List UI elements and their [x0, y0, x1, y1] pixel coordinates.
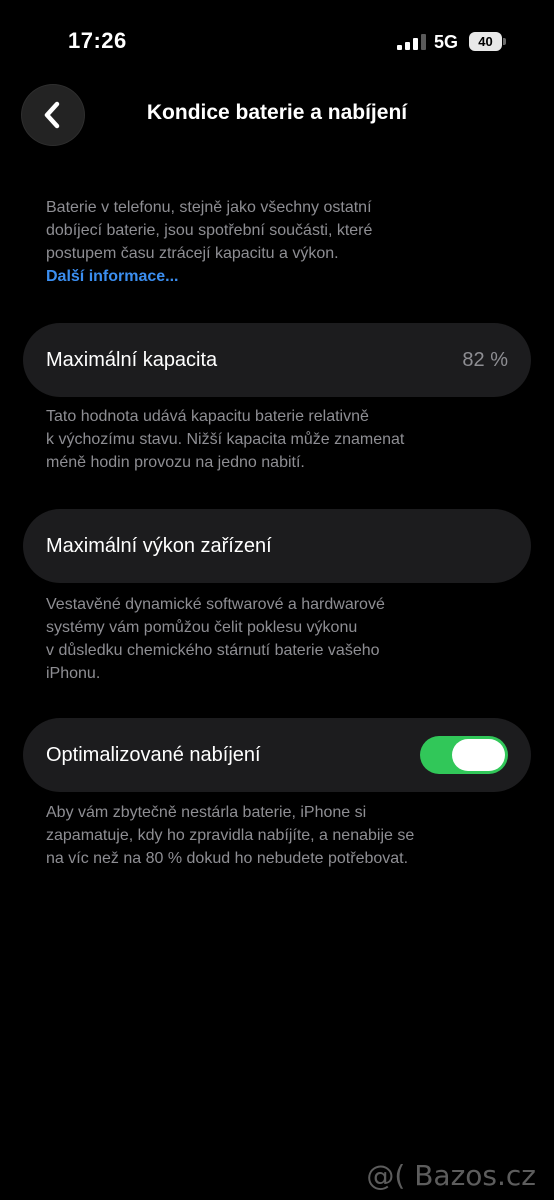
footnote-line: zapamatuje, kdy ho zpravidla nabíjíte, a… — [46, 827, 415, 844]
optimized-charging-row: Optimalizované nabíjení — [23, 718, 531, 792]
footnote-line: iPhonu. — [46, 665, 101, 682]
watermark: @( Bazos.cz — [366, 1159, 536, 1192]
max-capacity-footnote: Tato hodnota udává kapacitu baterie rela… — [46, 405, 526, 474]
footnote-line: na víc než na 80 % dokud ho nebudete pot… — [46, 850, 409, 867]
intro-line: dobíjecí baterie, jsou spotřební součást… — [46, 222, 373, 239]
battery-health-screen: 17:26 5G 40 Kondice baterie a nabíjení B… — [0, 0, 554, 1200]
max-performance-row[interactable]: Maximální výkon zařízení — [23, 509, 531, 583]
intro-line: Baterie v telefonu, stejně jako všechny … — [46, 199, 372, 216]
max-capacity-row[interactable]: Maximální kapacita 82 % — [23, 323, 531, 397]
max-performance-label: Maximální výkon zařízení — [46, 535, 272, 557]
more-info-link[interactable]: Další informace... — [46, 265, 516, 288]
footnote-line: méně hodin provozu na jedno nabití. — [46, 454, 305, 471]
battery-icon: 40 — [469, 32, 506, 51]
footnote-line: Aby vám zbytečně nestárla baterie, iPhon… — [46, 804, 367, 821]
footnote-line: systémy vám pomůžou čelit poklesu výkonu — [46, 619, 358, 636]
battery-level: 40 — [469, 32, 502, 51]
toggle-knob — [452, 739, 505, 771]
page-title-text: Kondice baterie a nabíjení — [146, 101, 408, 124]
status-bar: 17:26 5G 40 — [0, 0, 554, 80]
intro-line: postupem času ztrácejí kapacitu a výkon. — [46, 245, 339, 262]
footnote-line: Tato hodnota udává kapacitu baterie rela… — [46, 408, 369, 425]
footnote-line: Vestavěné dynamické softwarové a hardwar… — [46, 596, 385, 613]
max-performance-footnote: Vestavěné dynamické softwarové a hardwar… — [46, 593, 526, 685]
optimized-charging-label: Optimalizované nabíjení — [46, 744, 261, 766]
page-title: Kondice baterie a nabíjení — [0, 101, 554, 125]
optimized-charging-toggle[interactable] — [420, 736, 508, 774]
footnote-line: v důsledku chemického stárnutí baterie v… — [46, 642, 380, 659]
network-type: 5G — [434, 32, 459, 52]
status-time: 17:26 — [68, 28, 127, 53]
battery-cap — [503, 38, 506, 45]
cellular-signal-icon — [397, 34, 426, 50]
intro-text: Baterie v telefonu, stejně jako všechny … — [46, 196, 516, 288]
max-capacity-label: Maximální kapacita — [46, 349, 218, 371]
max-capacity-value: 82 % — [462, 349, 508, 371]
footnote-line: k výchozímu stavu. Nižší kapacita může z… — [46, 431, 405, 448]
optimized-charging-footnote: Aby vám zbytečně nestárla baterie, iPhon… — [46, 801, 526, 870]
